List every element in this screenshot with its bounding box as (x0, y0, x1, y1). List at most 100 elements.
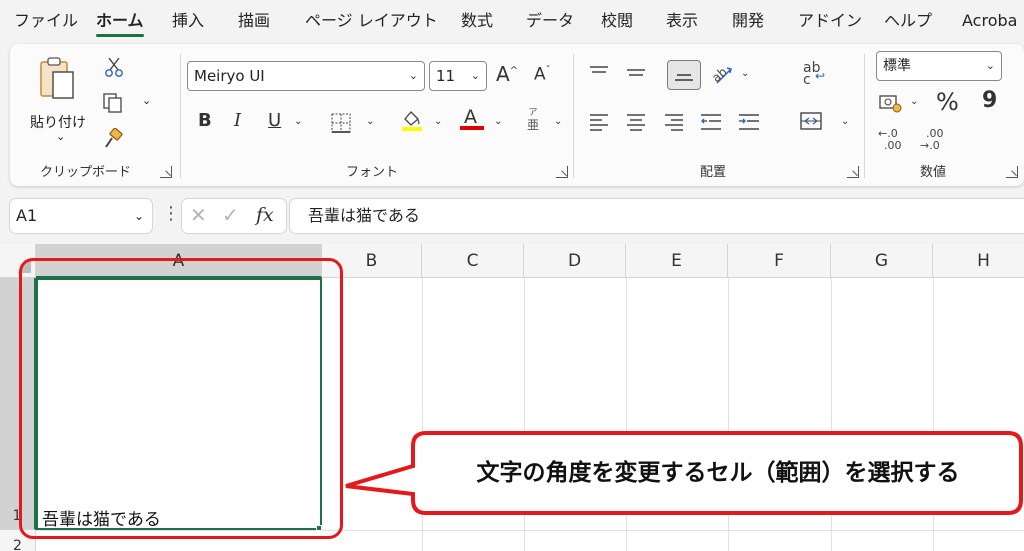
callout: 文字の角度を変更するセル（範囲）を選択する (340, 430, 1024, 516)
currency-icon[interactable] (878, 92, 904, 114)
tab-draw[interactable]: 描画 (238, 0, 270, 42)
phonetic-label: 亜 (526, 118, 539, 132)
chevron-down-icon[interactable]: ⌄ (554, 116, 562, 127)
increase-decimal-bottom: .00 (884, 139, 902, 152)
callout-text: 文字の角度を変更するセル（範囲）を選択する (476, 460, 960, 486)
clipboard-group-label: クリップボード (40, 165, 132, 180)
orientation-icon[interactable]: ab (709, 63, 733, 85)
scissors-icon[interactable] (104, 56, 124, 78)
fill-color-icon[interactable] (400, 108, 424, 132)
number-group-label: 数値 (920, 165, 947, 180)
italic-button[interactable]: I (234, 112, 241, 130)
tab-acrobat[interactable]: Acroba (962, 0, 1017, 42)
copy-icon[interactable] (102, 92, 124, 114)
tab-help[interactable]: ヘルプ (884, 0, 932, 42)
font-group: Meiryo UI ⌄ 11 ⌄ A^ Aˇ B I U ⌄ ⌄ ⌄ A ⌄ ア… (180, 44, 573, 186)
shrink-font-icon[interactable]: Aˇ (534, 66, 551, 84)
tab-formulas[interactable]: 数式 (461, 0, 493, 42)
chevron-down-icon[interactable]: ⌄ (142, 94, 151, 107)
ribbon-tabs: ファイル ホーム 挿入 描画 ページ レイアウト 数式 データ 校閲 表示 開発… (0, 0, 1024, 42)
paste-label: 貼り付け (30, 115, 86, 131)
align-left-icon[interactable] (588, 112, 610, 132)
name-box[interactable]: A1 ⌄ (10, 199, 152, 233)
tab-review[interactable]: 校閲 (601, 0, 633, 42)
cancel-icon[interactable]: ✕ (190, 203, 207, 227)
grow-font-icon[interactable]: A^ (496, 64, 518, 84)
tab-page-layout[interactable]: ページ レイアウト (305, 0, 438, 42)
align-bottom-icon (675, 74, 693, 81)
increase-decimal-icon[interactable]: ←.0 .00 (878, 128, 908, 154)
tab-insert[interactable]: 挿入 (172, 0, 204, 42)
tab-home[interactable]: ホーム (96, 0, 144, 42)
align-center-icon[interactable] (625, 112, 647, 132)
font-launcher-icon[interactable]: . (556, 166, 568, 178)
formula-content: 吾輩は猫である (308, 206, 420, 225)
tab-view[interactable]: 表示 (666, 0, 698, 42)
align-right-icon[interactable] (663, 112, 685, 132)
chevron-down-icon[interactable]: ⌄ (841, 116, 849, 127)
highlight-frame (19, 258, 343, 539)
number-format-combo[interactable]: 標準 ⌄ (876, 51, 1002, 81)
chevron-down-icon[interactable]: ⌄ (366, 116, 374, 127)
tab-developer[interactable]: 開発 (732, 0, 764, 42)
alignment-group-label: 配置 (700, 165, 727, 180)
font-name-value: Meiryo UI (194, 67, 265, 85)
more-options-icon[interactable]: ⋮ (162, 203, 180, 224)
chevron-down-icon: ⌄ (133, 209, 144, 223)
column-header-f[interactable]: F (728, 244, 831, 278)
chevron-down-icon[interactable]: ⌄ (434, 116, 442, 127)
chevron-down-icon[interactable]: ⌄ (910, 96, 918, 107)
chevron-down-icon[interactable]: ⌄ (294, 116, 302, 127)
border-icon[interactable] (330, 112, 352, 134)
excel-window: ファイル ホーム 挿入 描画 ページ レイアウト 数式 データ 校閲 表示 開発… (0, 0, 1024, 551)
chevron-down-icon[interactable]: ⌄ (741, 68, 749, 79)
font-group-label: フォント (346, 165, 399, 180)
clipboard-launcher-icon[interactable]: . (160, 166, 172, 178)
column-header-c[interactable]: C (422, 244, 524, 278)
merge-center-icon[interactable] (799, 110, 823, 132)
alignment-group: ab ⌄ ab c ↩ ⌄ 配置 (573, 44, 864, 186)
percent-style-button[interactable]: % (936, 90, 959, 114)
align-top-icon[interactable] (588, 64, 610, 82)
wrap-text-bottom: c (803, 72, 811, 88)
tab-data[interactable]: データ (526, 0, 574, 42)
wrap-text-icon[interactable]: ab c ↩ (801, 60, 827, 90)
font-color-icon[interactable]: A (460, 106, 484, 132)
formula-input[interactable]: 吾輩は猫である (290, 199, 1024, 233)
font-size-value: 11 (436, 67, 456, 85)
paste-icon (40, 57, 74, 99)
tab-addins[interactable]: アドイン (798, 0, 862, 42)
number-format-value: 標準 (883, 58, 911, 74)
tab-file[interactable]: ファイル (14, 0, 78, 42)
alignment-launcher-icon[interactable]: . (847, 166, 859, 178)
phonetic-icon[interactable]: ア 亜 (524, 108, 542, 134)
chevron-down-icon: ⌄ (408, 69, 418, 82)
comma-style-button[interactable]: 9 (982, 90, 997, 112)
format-painter-icon[interactable] (102, 128, 124, 150)
align-middle-icon[interactable] (625, 64, 647, 82)
clipboard-group: 貼り付け ⌄ ⌄ クリップボード . (10, 44, 180, 186)
font-name-combo[interactable]: Meiryo UI ⌄ (187, 61, 425, 91)
decrease-indent-icon[interactable] (699, 112, 723, 132)
enter-icon[interactable]: ✓ (222, 203, 239, 227)
number-group: 標準 ⌄ ⌄ % 9 ←.0 .00 .00 →.0 数値 . (864, 44, 1024, 186)
font-size-combo[interactable]: 11 ⌄ (429, 61, 487, 91)
chevron-down-icon[interactable]: ⌄ (494, 116, 502, 127)
phonetic-top-label: ア (528, 108, 538, 118)
paste-button[interactable]: 貼り付け ⌄ (24, 54, 90, 146)
ribbon: 貼り付け ⌄ ⌄ クリップボード . (10, 44, 1024, 186)
chevron-down-icon: ⌄ (56, 130, 66, 143)
decrease-decimal-bottom: →.0 (920, 139, 940, 152)
column-header-e[interactable]: E (626, 244, 728, 278)
column-header-h[interactable]: H (933, 244, 1024, 278)
chevron-down-icon: ⌄ (985, 59, 995, 72)
decrease-decimal-icon[interactable]: .00 →.0 (920, 128, 950, 154)
column-header-g[interactable]: G (831, 244, 933, 278)
insert-function-button[interactable]: fx (256, 204, 274, 226)
increase-indent-icon[interactable] (737, 112, 761, 132)
number-launcher-icon[interactable]: . (1006, 166, 1018, 178)
column-header-d[interactable]: D (524, 244, 626, 278)
align-bottom-button[interactable] (667, 60, 701, 90)
bold-button[interactable]: B (198, 112, 212, 130)
underline-button[interactable]: U (268, 112, 281, 130)
